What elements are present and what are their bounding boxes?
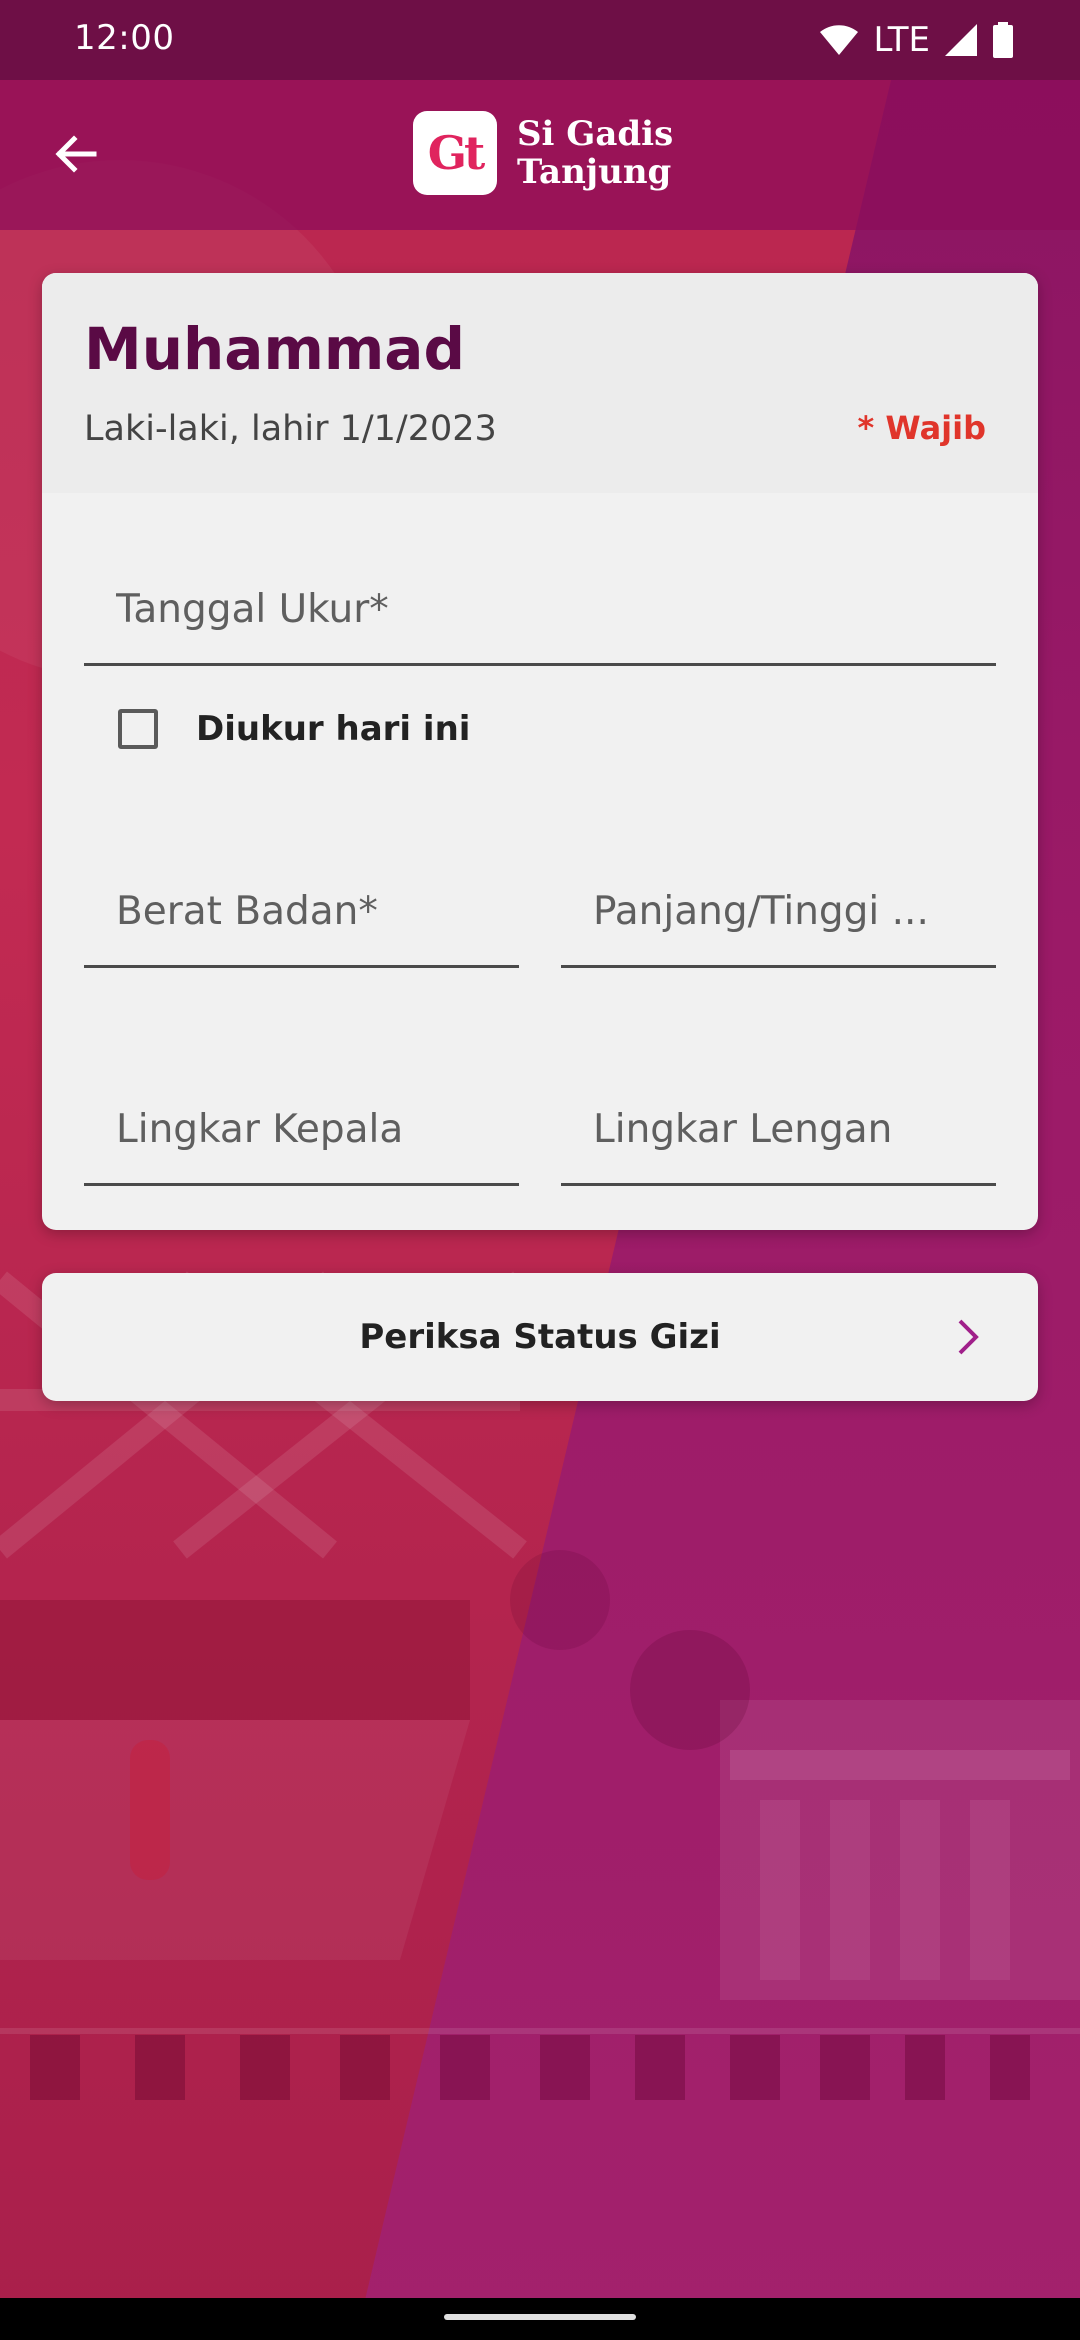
chevron-right-icon bbox=[958, 1319, 979, 1355]
brand-name-line1: Si Gadis bbox=[517, 114, 674, 154]
battery-icon bbox=[993, 22, 1013, 58]
measurement-form-card: Muhammad Laki-laki, lahir 1/1/2023 * Waj… bbox=[42, 273, 1038, 1230]
required-note: * Wajib bbox=[857, 409, 986, 447]
arm-circumference-input[interactable] bbox=[561, 1076, 996, 1183]
app-bar: Gt Si Gadis Tanjung bbox=[0, 80, 1080, 230]
brand-name-line2: Tanjung bbox=[517, 152, 672, 192]
network-type-label: LTE bbox=[873, 20, 930, 60]
measured-today-label: Diukur hari ini bbox=[196, 709, 471, 749]
head-circumference-field[interactable] bbox=[84, 1076, 519, 1186]
arm-circumference-field[interactable] bbox=[561, 1076, 996, 1186]
back-button[interactable] bbox=[36, 114, 116, 194]
child-name: Muhammad bbox=[84, 315, 465, 383]
check-nutrition-status-button[interactable]: Periksa Status Gizi bbox=[42, 1273, 1038, 1401]
height-field[interactable] bbox=[561, 858, 996, 968]
head-circumference-input[interactable] bbox=[84, 1076, 519, 1183]
height-input[interactable] bbox=[561, 858, 996, 965]
child-gender-birthdate: Laki-laki, lahir 1/1/2023 bbox=[84, 409, 497, 449]
arrow-left-icon bbox=[55, 135, 97, 173]
home-gesture-handle[interactable] bbox=[444, 2314, 636, 2320]
measure-date-input[interactable] bbox=[84, 556, 996, 663]
brand: Gt Si Gadis Tanjung bbox=[413, 110, 673, 196]
measured-today-checkbox-row[interactable]: Diukur hari ini bbox=[118, 699, 470, 759]
status-icons: LTE bbox=[819, 20, 1014, 60]
weight-field[interactable] bbox=[84, 858, 519, 968]
measured-today-checkbox[interactable] bbox=[118, 709, 158, 749]
system-navigation-bar bbox=[0, 2298, 1080, 2340]
weight-input[interactable] bbox=[84, 858, 519, 965]
signal-icon bbox=[945, 24, 977, 56]
brand-logo: Gt bbox=[413, 111, 497, 195]
wifi-icon bbox=[820, 25, 859, 55]
status-time: 12:00 bbox=[74, 18, 175, 58]
measure-date-field[interactable] bbox=[84, 556, 996, 666]
check-nutrition-status-label: Periksa Status Gizi bbox=[359, 1317, 721, 1357]
brand-name: Si Gadis Tanjung bbox=[517, 115, 673, 191]
child-header: Muhammad Laki-laki, lahir 1/1/2023 * Waj… bbox=[42, 273, 1038, 493]
status-bar: 12:00 LTE bbox=[0, 0, 1080, 80]
